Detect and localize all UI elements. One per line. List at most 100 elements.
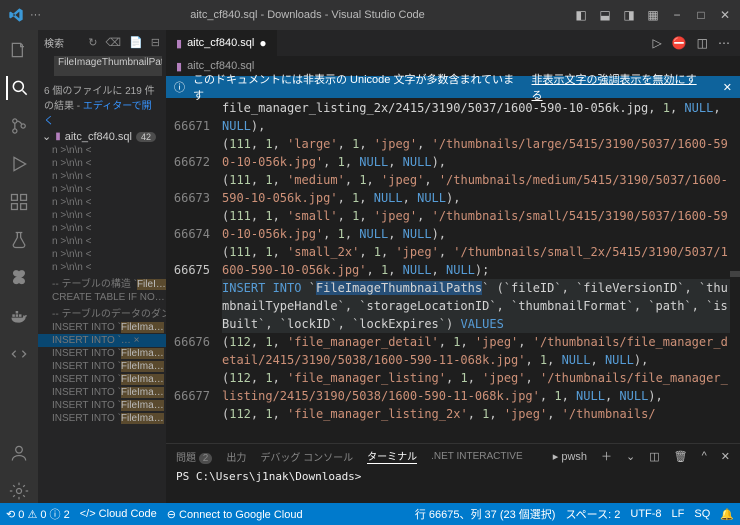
code-line[interactable]: (111, 1, 'medium', 1, 'jpeg', '/thumbnai…: [222, 171, 730, 207]
editor-tab[interactable]: ▮ aitc_cf840.sql ●: [166, 30, 278, 56]
code-line[interactable]: INSERT INTO `FileImageThumbnailPaths` (`…: [222, 279, 730, 333]
search-results-list: n >\n\n <n >\n\n <n >\n\n <n >\n\n <n >\…: [38, 144, 166, 503]
code-line[interactable]: (112, 1, 'file_manager_detail', 1, 'jpeg…: [222, 333, 730, 369]
layout-right-icon[interactable]: ◨: [622, 8, 636, 22]
tab-output[interactable]: 出力: [226, 449, 246, 464]
run-icon[interactable]: ▷: [652, 36, 661, 50]
search-result-item[interactable]: n >\n\n <: [38, 248, 166, 261]
results-summary: 6 個のファイルに 219 件の結果 - エディターで開く: [38, 80, 166, 129]
search-result-item[interactable]: INSERT INTO `FileIma…: [38, 399, 166, 412]
status-google-cloud[interactable]: ⊖ Connect to Google Cloud: [167, 508, 303, 521]
bottom-panel: 問題 2 出力 デバッグ コンソール ターミナル .NET INTERACTIV…: [166, 443, 740, 503]
editor-area: ▮ aitc_cf840.sql ● ▷ ⛔ ◫ ⋯ ▮ aitc_cf840.…: [166, 30, 740, 503]
titlebar: ··· aitc_cf840.sql - Downloads - Visual …: [0, 0, 740, 30]
kill-terminal-icon[interactable]: 🗑: [674, 450, 688, 463]
search-result-item[interactable]: INSERT INTO `FileIma…: [38, 360, 166, 373]
search-result-item[interactable]: n >\n\n <: [38, 209, 166, 222]
search-result-item[interactable]: INSERT INTO `FileIma…: [38, 321, 166, 334]
search-result-item[interactable]: n >\n\n <: [38, 261, 166, 274]
status-eol[interactable]: LF: [672, 508, 685, 520]
status-indent[interactable]: スペース: 2: [565, 506, 620, 522]
status-cloud-code[interactable]: </> Cloud Code: [80, 508, 157, 520]
split-editor-icon[interactable]: ◫: [697, 36, 708, 50]
status-encoding[interactable]: UTF-8: [630, 508, 661, 520]
unicode-warning-banner: ⓘ このドキュメントには非表示の Unicode 文字が多数含まれています 非表…: [166, 76, 740, 98]
new-terminal-icon[interactable]: ＋: [601, 448, 612, 464]
search-result-item[interactable]: INSERT INTO `… ×: [38, 334, 166, 347]
search-result-item[interactable]: INSERT INTO `FileIma…: [38, 373, 166, 386]
code-editor[interactable]: 6667166672666736667466675666766667766678…: [166, 98, 740, 443]
search-result-item[interactable]: n >\n\n <: [38, 235, 166, 248]
split-terminal-icon[interactable]: ◫: [649, 450, 659, 463]
search-result-item[interactable]: n >\n\n <: [38, 196, 166, 209]
run-debug-icon[interactable]: [7, 152, 31, 176]
tab-problems[interactable]: 問題 2: [176, 449, 212, 464]
explorer-icon[interactable]: [7, 38, 31, 62]
close-icon[interactable]: ✕: [718, 8, 732, 22]
close-panel-icon[interactable]: ✕: [721, 450, 730, 463]
code-line[interactable]: (112, 1, 'file_manager_listing', 1, 'jpe…: [222, 369, 730, 405]
code-line[interactable]: (111, 1, 'large', 1, 'jpeg', '/thumbnail…: [222, 135, 730, 171]
layout-bottom-icon[interactable]: ⬓: [598, 8, 612, 22]
code-line[interactable]: (112, 1, 'file_manager_listing_2x', 1, '…: [222, 405, 730, 423]
search-title: 検索: [44, 35, 64, 50]
extensions-icon[interactable]: [7, 190, 31, 214]
testing-icon[interactable]: [7, 228, 31, 252]
search-result-item[interactable]: INSERT INTO `FileIma…: [38, 347, 166, 360]
search-result-item[interactable]: n >\n\n <: [38, 157, 166, 170]
terminal-shell-label[interactable]: ▸ pwsh: [553, 450, 587, 463]
search-result-item[interactable]: CREATE TABLE IF NO…: [38, 291, 166, 304]
layout-left-icon[interactable]: ◧: [574, 8, 588, 22]
maximize-panel-icon[interactable]: ^: [702, 450, 707, 462]
collapse-icon[interactable]: ⊟: [151, 36, 160, 49]
sql-file-icon: ▮: [176, 60, 182, 73]
vertical-scrollbar[interactable]: [730, 98, 740, 443]
status-language[interactable]: SQ: [694, 508, 710, 520]
result-file-header[interactable]: ⌄ ▮ aitc_cf840.sql 42: [38, 129, 166, 144]
code-line[interactable]: (111, 1, 'small_2x', 1, 'jpeg', '/thumbn…: [222, 243, 730, 279]
accounts-icon[interactable]: [7, 441, 31, 465]
terminal-dropdown-icon[interactable]: ⌄: [626, 450, 635, 463]
settings-gear-icon[interactable]: [7, 479, 31, 503]
tab-terminal[interactable]: ターミナル: [367, 448, 417, 464]
search-result-item[interactable]: n >\n\n <: [38, 170, 166, 183]
close-icon[interactable]: ✕: [723, 81, 732, 94]
terminal-body[interactable]: PS C:\Users\j1nak\Downloads>: [166, 468, 740, 503]
match-count-badge: 42: [136, 132, 156, 142]
search-result-item[interactable]: -- テーブルのデータのダン…: [38, 304, 166, 321]
search-result-item[interactable]: n >\n\n <: [38, 183, 166, 196]
warning-icon: ⓘ: [174, 79, 185, 95]
search-result-item[interactable]: n >\n\n <: [38, 222, 166, 235]
maximize-icon[interactable]: □: [694, 8, 708, 22]
chevron-down-icon: ⌄: [42, 130, 51, 143]
tab-dotnet[interactable]: .NET INTERACTIVE: [431, 451, 523, 462]
butterfly-icon[interactable]: [7, 266, 31, 290]
menu-more[interactable]: ···: [30, 9, 41, 21]
minimize-icon[interactable]: −: [670, 8, 684, 22]
dirty-indicator-icon: ●: [259, 36, 266, 50]
layout-customize-icon[interactable]: ▦: [646, 8, 660, 22]
vscode-logo-icon: [8, 7, 24, 23]
search-result-item[interactable]: n >\n\n <: [38, 144, 166, 157]
search-icon[interactable]: [6, 76, 30, 100]
disconnect-icon[interactable]: ⛔: [672, 36, 687, 50]
docker-icon[interactable]: [7, 304, 31, 328]
code-line[interactable]: file_manager_listing_2x/2415/3190/5037/1…: [222, 99, 730, 135]
status-notifications-icon[interactable]: 🔔: [720, 508, 734, 521]
cloud-code-icon[interactable]: [7, 342, 31, 366]
code-line[interactable]: (111, 1, 'small', 1, 'jpeg', '/thumbnail…: [222, 207, 730, 243]
search-result-item[interactable]: INSERT INTO `FileIma…: [38, 386, 166, 399]
source-control-icon[interactable]: [7, 114, 31, 138]
editor-tabs: ▮ aitc_cf840.sql ● ▷ ⛔ ◫ ⋯: [166, 30, 740, 56]
clear-icon[interactable]: ⌫: [106, 36, 122, 49]
status-bar: ⟲ 0 ⚠ 0 ⓘ 2 </> Cloud Code ⊖ Connect to …: [0, 503, 740, 525]
more-actions-icon[interactable]: ⋯: [718, 36, 730, 50]
new-file-icon[interactable]: 📄: [129, 36, 143, 49]
status-cursor-position[interactable]: 行 66675、列 37 (23 個選択): [415, 506, 556, 522]
search-result-item[interactable]: -- テーブルの構造 `FileI…: [38, 274, 166, 291]
status-remote[interactable]: ⟲ 0 ⚠ 0 ⓘ 2: [6, 506, 70, 522]
tab-debug-console[interactable]: デバッグ コンソール: [260, 449, 353, 464]
refresh-icon[interactable]: ↻: [88, 36, 97, 49]
search-input[interactable]: FileImageThumbnailPaths: [54, 56, 162, 76]
search-result-item[interactable]: INSERT INTO `FileIma…: [38, 412, 166, 425]
